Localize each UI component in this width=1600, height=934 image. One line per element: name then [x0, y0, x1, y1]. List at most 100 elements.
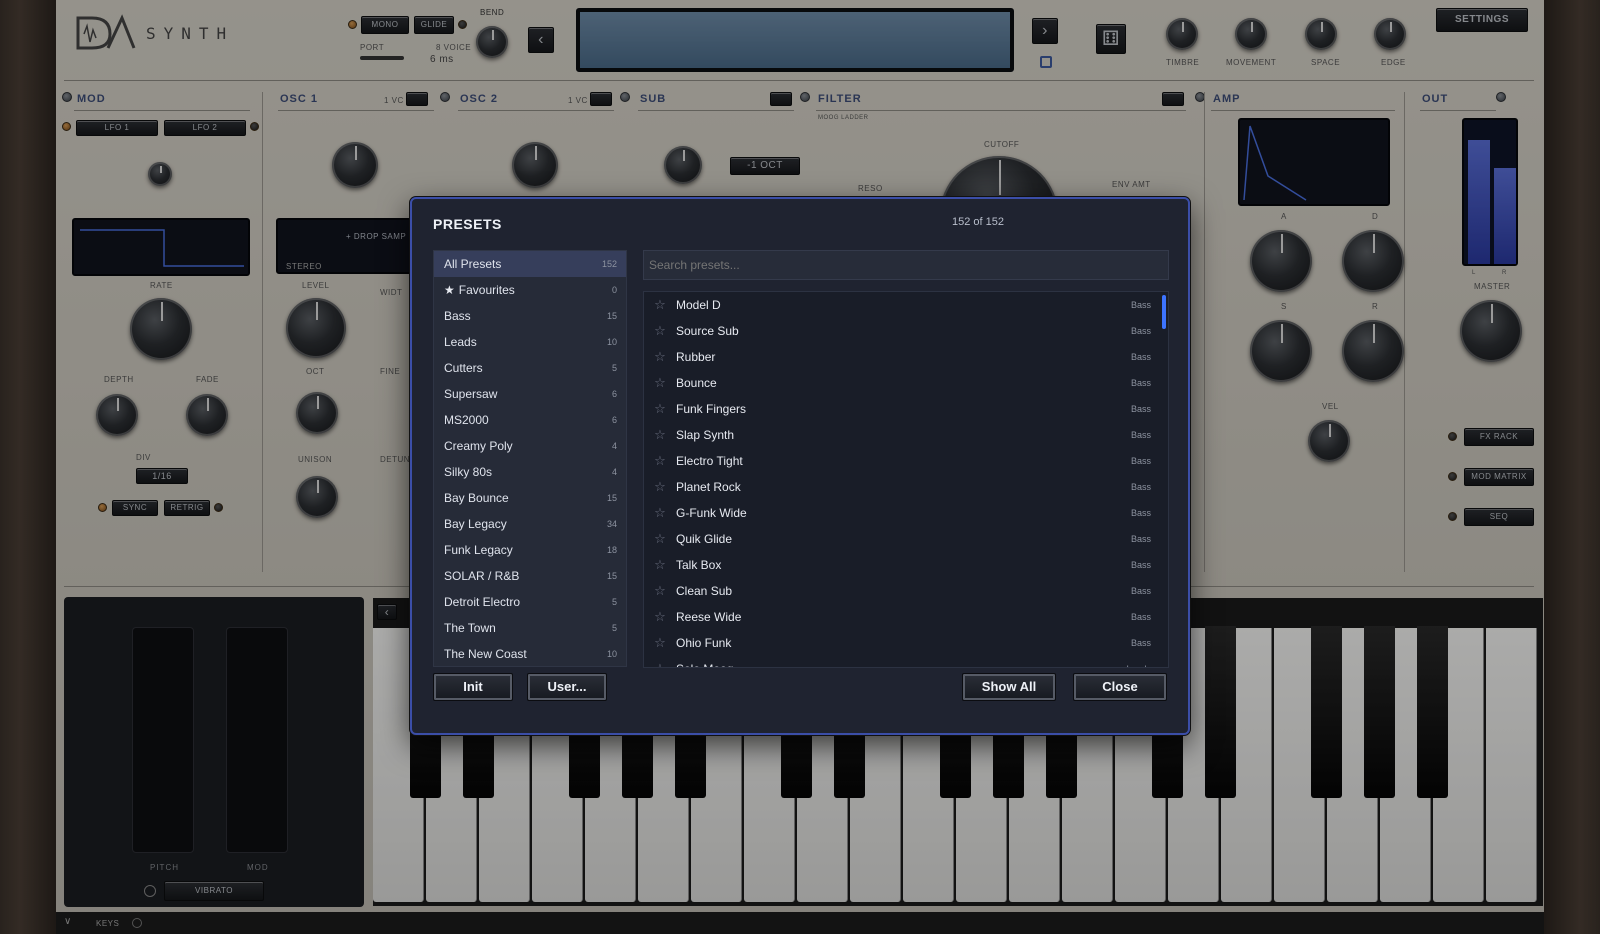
preset-name: Talk Box [676, 558, 722, 572]
category-item[interactable]: Creamy Poly 4 [434, 433, 626, 459]
preset-category: Leads [1126, 664, 1151, 667]
category-count: 15 [606, 493, 617, 503]
preset-row[interactable]: ☆ Source Sub Bass [644, 318, 1168, 344]
favourite-star-icon[interactable]: ☆ [644, 323, 676, 339]
preset-list: ☆ Model D Bass ☆ Source Sub Bass ☆ Rubber Bass ☆ B… [643, 291, 1169, 668]
category-item[interactable]: Bay Legacy 34 [434, 511, 626, 537]
favourite-star-icon[interactable]: ☆ [644, 427, 676, 443]
category-item[interactable]: Detroit Electro 5 [434, 589, 626, 615]
favourite-star-icon[interactable]: ☆ [644, 635, 676, 651]
favourite-star-icon[interactable]: ☆ [644, 557, 676, 573]
preset-name: Quik Glide [676, 532, 733, 546]
category-item[interactable]: Bay Bounce 15 [434, 485, 626, 511]
category-label: Funk Legacy [444, 543, 513, 557]
favourite-star-icon[interactable]: ☆ [644, 479, 676, 495]
favourite-star-icon[interactable]: ☆ [644, 583, 676, 599]
preset-category: Bass [1130, 560, 1151, 570]
preset-name: Bounce [676, 376, 717, 390]
preset-name: Model D [676, 298, 721, 312]
preset-row[interactable]: ☆ Funk Fingers Bass [644, 396, 1168, 422]
category-count: 5 [611, 623, 617, 633]
user-button[interactable]: User... [527, 673, 607, 701]
category-item[interactable]: Supersaw 6 [434, 381, 626, 407]
category-item[interactable]: Leads 10 [434, 329, 626, 355]
preset-name: Source Sub [676, 324, 739, 338]
preset-row[interactable]: ☆ Bounce Bass [644, 370, 1168, 396]
favourite-star-icon[interactable]: ☆ [644, 349, 676, 365]
category-item[interactable]: Cutters 5 [434, 355, 626, 381]
preset-row[interactable]: ☆ Reese Wide Bass [644, 604, 1168, 630]
preset-name: Solo Moog [676, 662, 733, 667]
category-count: 4 [611, 441, 617, 451]
category-item[interactable]: The New Coast 10 [434, 641, 626, 666]
search-input[interactable] [643, 250, 1169, 280]
category-item[interactable]: Bass 15 [434, 303, 626, 329]
preset-row[interactable]: ☆ Talk Box Bass [644, 552, 1168, 578]
category-label: Cutters [444, 361, 483, 375]
category-count: 5 [611, 363, 617, 373]
preset-row[interactable]: ☆Solo Moog Leads [644, 656, 1168, 667]
preset-category: Bass [1130, 378, 1151, 388]
category-count: 18 [606, 545, 617, 555]
category-item[interactable]: All Presets 152 [434, 251, 626, 277]
preset-category: Bass [1130, 482, 1151, 492]
preset-name: Electro Tight [676, 454, 743, 468]
favourite-star-icon[interactable]: ☆ [644, 505, 676, 521]
preset-row[interactable]: ☆ Electro Tight Bass [644, 448, 1168, 474]
favourite-star-icon[interactable]: ☆ [644, 609, 676, 625]
category-label: The Town [444, 621, 496, 635]
category-count: 15 [606, 311, 617, 321]
category-count: 15 [606, 571, 617, 581]
preset-category: Bass [1130, 326, 1151, 336]
preset-name: Ohio Funk [676, 636, 732, 650]
category-label: MS2000 [444, 413, 489, 427]
category-label: Creamy Poly [444, 439, 513, 453]
category-label: Detroit Electro [444, 595, 521, 609]
preset-row[interactable]: ☆ Quik Glide Bass [644, 526, 1168, 552]
preset-name: G-Funk Wide [676, 506, 747, 520]
favourite-star-icon[interactable]: ☆ [644, 531, 676, 547]
preset-row[interactable]: ☆ Model D Bass [644, 292, 1168, 318]
preset-name: Funk Fingers [676, 402, 747, 416]
category-item[interactable]: ★ Favourites 0 [434, 277, 626, 303]
preset-category: Bass [1130, 508, 1151, 518]
category-label: Leads [444, 335, 477, 349]
preset-list-scrollbar[interactable] [1162, 295, 1166, 329]
favourite-star-icon[interactable]: ☆ [644, 401, 676, 417]
favourite-star-icon[interactable]: ☆ [644, 453, 676, 469]
category-label: Favourites [458, 283, 515, 297]
preset-category: Bass [1130, 456, 1151, 466]
preset-row[interactable]: ☆ Rubber Bass [644, 344, 1168, 370]
preset-category: Bass [1130, 612, 1151, 622]
category-item[interactable]: Silky 80s 4 [434, 459, 626, 485]
preset-row[interactable]: ☆ Clean Sub Bass [644, 578, 1168, 604]
preset-row[interactable]: ☆ G-Funk Wide Bass [644, 500, 1168, 526]
favourite-star-icon[interactable]: ☆ [644, 297, 676, 313]
preset-row[interactable]: ☆ Slap Synth Bass [644, 422, 1168, 448]
show-all-button[interactable]: Show All [962, 673, 1056, 701]
presets-title: PRESETS [433, 216, 502, 232]
preset-category: Bass [1130, 586, 1151, 596]
category-item[interactable]: The Town 5 [434, 615, 626, 641]
category-label: Supersaw [444, 387, 498, 401]
preset-name: Slap Synth [676, 428, 735, 442]
preset-name: Planet Rock [676, 480, 741, 494]
category-count: 10 [606, 337, 617, 347]
category-count: 34 [606, 519, 617, 529]
category-label: All Presets [444, 257, 502, 271]
favourite-star-icon[interactable]: ☆ [644, 375, 676, 391]
preset-row[interactable]: ☆ Ohio Funk Bass [644, 630, 1168, 656]
init-button[interactable]: Init [433, 673, 513, 701]
category-item[interactable]: SOLAR / R&B 15 [434, 563, 626, 589]
category-count: 10 [606, 649, 617, 659]
preset-row[interactable]: ☆ Planet Rock Bass [644, 474, 1168, 500]
category-label: SOLAR / R&B [444, 569, 520, 583]
presets-count: 152 of 152 [952, 216, 1004, 228]
close-button[interactable]: Close [1073, 673, 1167, 701]
category-label: Bay Legacy [444, 517, 507, 531]
category-item[interactable]: Funk Legacy 18 [434, 537, 626, 563]
category-item[interactable]: MS2000 6 [434, 407, 626, 433]
preset-name: Reese Wide [676, 610, 742, 624]
favourite-star-icon[interactable]: ☆ [644, 661, 676, 667]
preset-category: Bass [1130, 534, 1151, 544]
